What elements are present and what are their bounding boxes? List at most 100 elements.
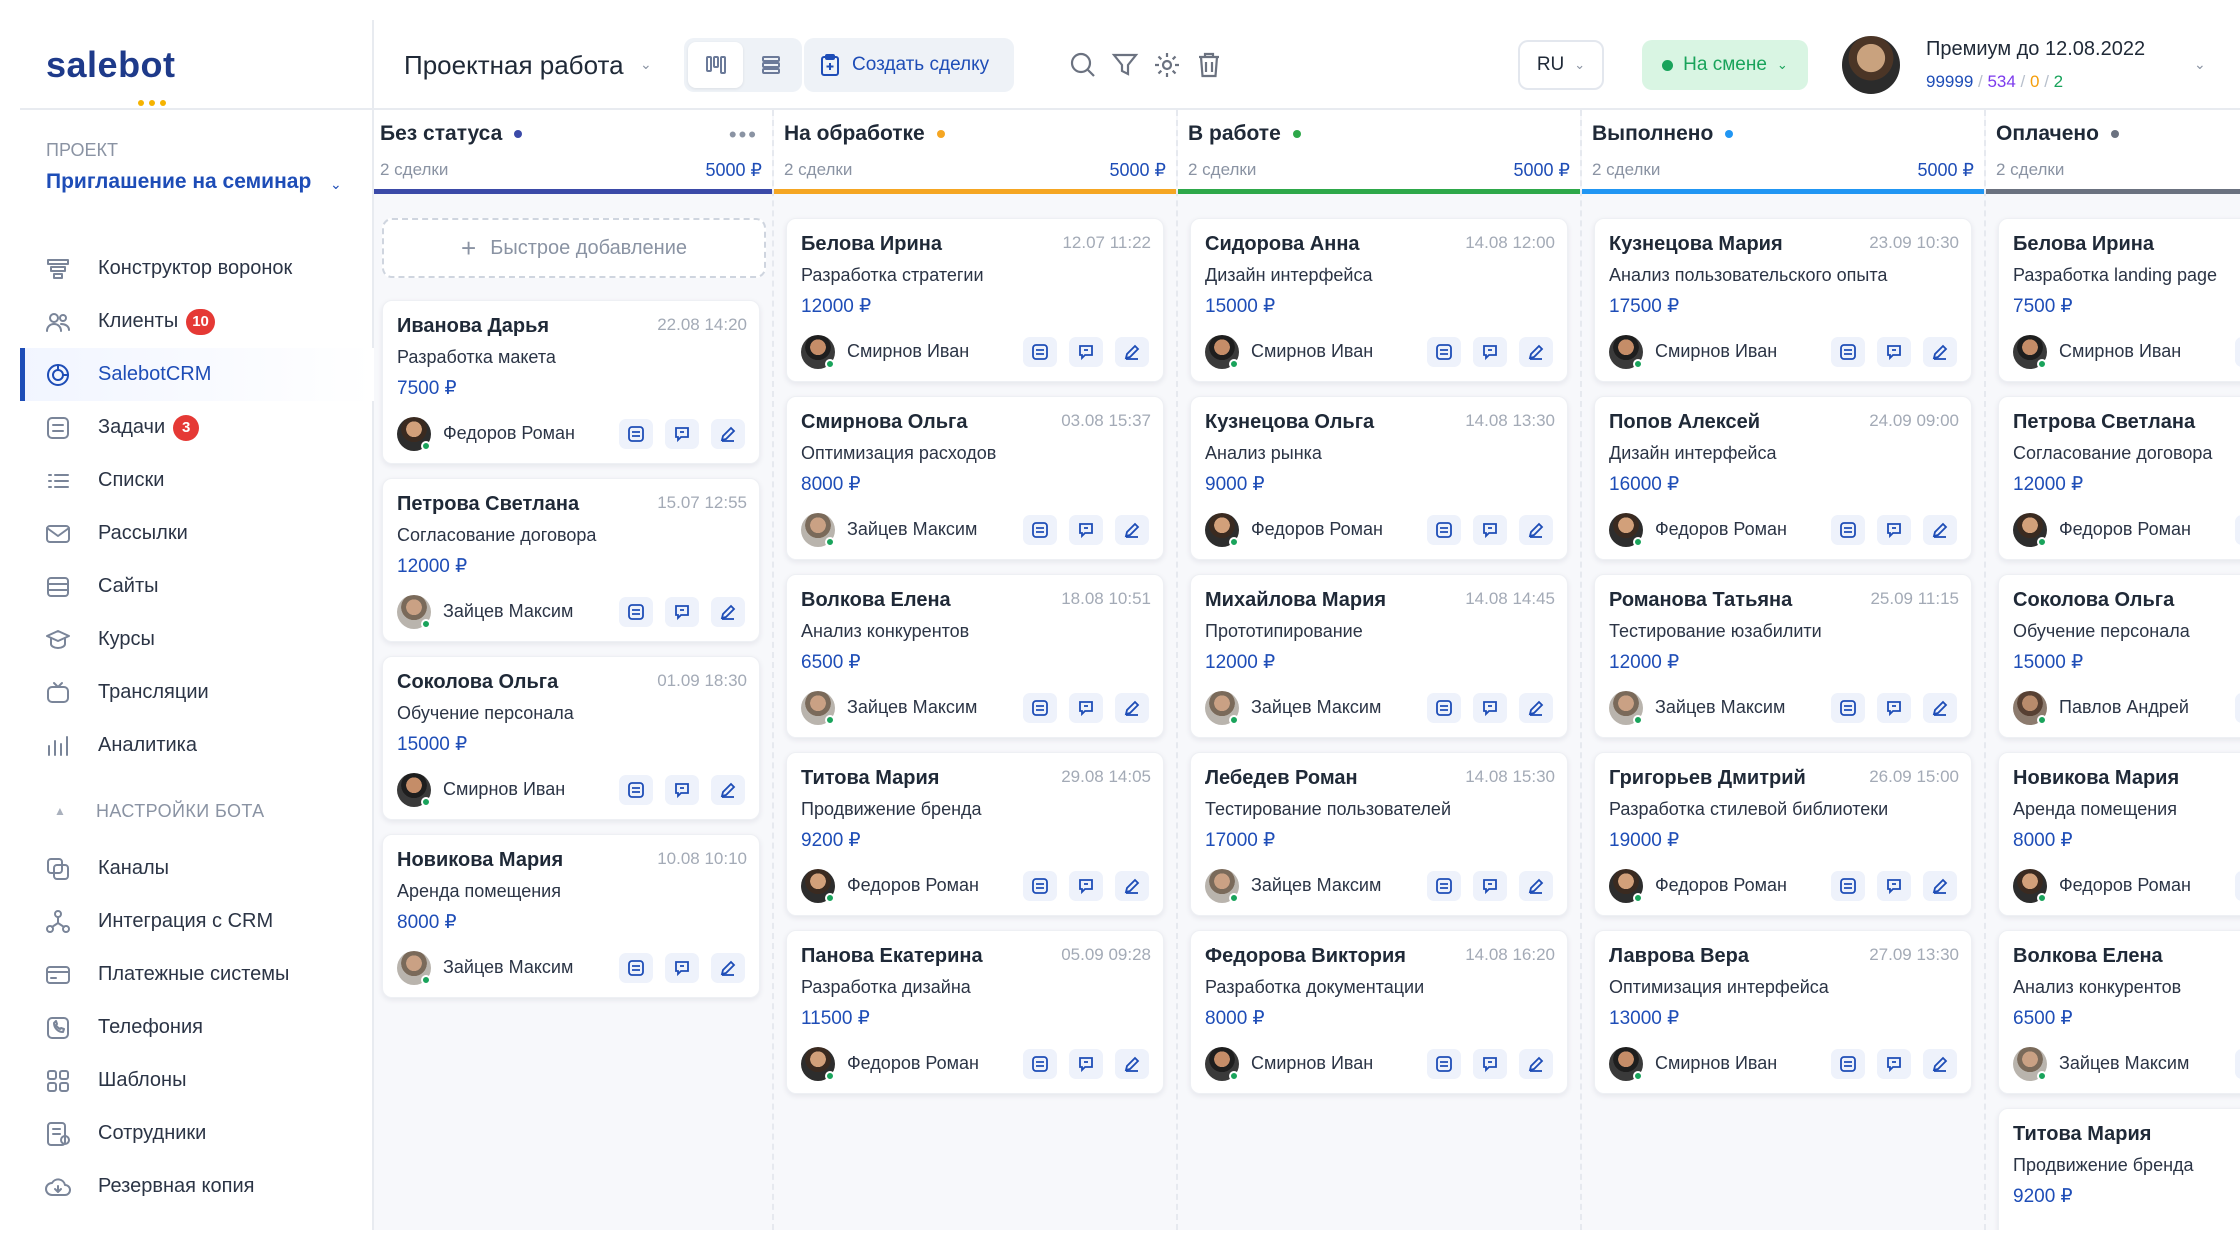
deal-card[interactable]: Кузнецова Мария 23.09 10:30 Анализ пользов…	[1594, 218, 1972, 382]
message-button[interactable]	[1069, 337, 1103, 367]
sidebar-item-mail[interactable]: Рассылки	[20, 507, 374, 560]
message-button[interactable]	[1473, 515, 1507, 545]
chat-button[interactable]	[1427, 693, 1461, 723]
chat-button[interactable]	[1023, 1049, 1057, 1079]
message-button[interactable]	[665, 953, 699, 983]
message-button[interactable]	[1473, 693, 1507, 723]
chat-button[interactable]	[2235, 1049, 2240, 1079]
message-button[interactable]	[1877, 693, 1911, 723]
deal-card[interactable]: Романова Татьяна 25.09 11:15 Тестирование …	[1594, 574, 1972, 738]
deal-card[interactable]: Лаврова Вера 27.09 13:30 Оптимизация интер…	[1594, 930, 1972, 1094]
message-button[interactable]	[1877, 1049, 1911, 1079]
message-button[interactable]	[1069, 693, 1103, 723]
sidebar-item-tasks[interactable]: Задачи 3	[20, 401, 374, 454]
edit-button[interactable]	[1923, 871, 1957, 901]
deal-card[interactable]: Новикова Мария 10.08 10:10 Аренда помещени…	[382, 834, 760, 998]
logo[interactable]: salebot	[46, 44, 176, 114]
message-button[interactable]	[665, 775, 699, 805]
chat-button[interactable]	[1427, 515, 1461, 545]
project-selector[interactable]: Приглашение на семинар	[46, 170, 311, 194]
edit-button[interactable]	[1519, 871, 1553, 901]
edit-button[interactable]	[1923, 337, 1957, 367]
sidebar-item-payment[interactable]: Платежные системы	[20, 948, 374, 1001]
deal-card[interactable]: Григорьев Дмитрий 26.09 15:00 Разработка с…	[1594, 752, 1972, 916]
deal-card[interactable]: Петрова Светлана Согласование договора 120…	[1998, 396, 2240, 560]
deal-card[interactable]: Панова Екатерина 05.09 09:28 Разработка ди…	[786, 930, 1164, 1094]
edit-button[interactable]	[1115, 1049, 1149, 1079]
sidebar-item-funnel-builder[interactable]: Конструктор воронок	[20, 242, 374, 295]
more-icon[interactable]: •••	[729, 122, 758, 148]
deal-card[interactable]: Кузнецова Ольга 14.08 13:30 Анализ рынка 90…	[1190, 396, 1568, 560]
chat-button[interactable]	[619, 953, 653, 983]
kanban-view-button[interactable]	[688, 42, 743, 88]
edit-button[interactable]	[1115, 515, 1149, 545]
deal-card[interactable]: Белова Ирина 12.07 11:22 Разработка страте…	[786, 218, 1164, 382]
chat-button[interactable]	[1023, 871, 1057, 901]
deal-card[interactable]: Лебедев Роман 14.08 15:30 Тестирование пол…	[1190, 752, 1568, 916]
deal-card[interactable]: Сидорова Анна 14.08 12:00 Дизайн интерфейс…	[1190, 218, 1568, 382]
chat-button[interactable]	[1831, 693, 1865, 723]
message-button[interactable]	[1069, 1049, 1103, 1079]
sidebar-item-sites[interactable]: Сайты	[20, 560, 374, 613]
chat-button[interactable]	[619, 419, 653, 449]
sidebar-item-templates[interactable]: Шаблоны	[20, 1054, 374, 1107]
chevron-down-icon[interactable]: ⌄	[640, 56, 652, 73]
sidebar-item-courses[interactable]: Курсы	[20, 613, 374, 666]
chat-button[interactable]	[1831, 1049, 1865, 1079]
chevron-down-icon[interactable]: ⌄	[330, 176, 342, 193]
deal-card[interactable]: Титова Мария Продвижение бренда 9200 ₽	[1998, 1108, 2240, 1230]
filter-icon[interactable]	[1110, 50, 1140, 80]
language-selector[interactable]: RU ⌄	[1518, 40, 1604, 90]
edit-button[interactable]	[1115, 337, 1149, 367]
sidebar-item-crm[interactable]: SalebotCRM	[20, 348, 374, 401]
chevron-down-icon[interactable]: ⌄	[2194, 56, 2206, 73]
chat-button[interactable]	[1023, 515, 1057, 545]
message-button[interactable]	[1877, 515, 1911, 545]
edit-button[interactable]	[1923, 693, 1957, 723]
edit-button[interactable]	[1519, 515, 1553, 545]
sidebar-item-channels[interactable]: Каналы	[20, 842, 374, 895]
chat-button[interactable]	[619, 775, 653, 805]
chat-button[interactable]	[1023, 693, 1057, 723]
message-button[interactable]	[1473, 1049, 1507, 1079]
deal-card[interactable]: Иванова Дарья 22.08 14:20 Разработка макет…	[382, 300, 760, 464]
sidebar-item-list[interactable]: Списки	[20, 454, 374, 507]
edit-button[interactable]	[711, 597, 745, 627]
user-avatar[interactable]	[1842, 36, 1900, 94]
message-button[interactable]	[1473, 337, 1507, 367]
sidebar-item-backup[interactable]: Резервная копия	[20, 1160, 374, 1213]
edit-button[interactable]	[1923, 1049, 1957, 1079]
deal-card[interactable]: Волкова Елена Анализ конкурентов 6500 ₽ Зай…	[1998, 930, 2240, 1094]
chat-button[interactable]	[1023, 337, 1057, 367]
message-button[interactable]	[1473, 871, 1507, 901]
chat-button[interactable]	[1831, 871, 1865, 901]
edit-button[interactable]	[1519, 337, 1553, 367]
message-button[interactable]	[1069, 515, 1103, 545]
shift-status-button[interactable]: На смене ⌄	[1642, 40, 1808, 90]
chat-button[interactable]	[2235, 693, 2240, 723]
message-button[interactable]	[1069, 871, 1103, 901]
chat-button[interactable]	[1831, 515, 1865, 545]
deal-card[interactable]: Попов Алексей 24.09 09:00 Дизайн интерфейс…	[1594, 396, 1972, 560]
deal-card[interactable]: Соколова Ольга 01.09 18:30 Обучение персон…	[382, 656, 760, 820]
deal-card[interactable]: Титова Мария 29.08 14:05 Продвижение бренд…	[786, 752, 1164, 916]
gear-icon[interactable]	[1152, 50, 1182, 80]
edit-button[interactable]	[711, 419, 745, 449]
deal-card[interactable]: Соколова Ольга Обучение персонала 15000 ₽ П…	[1998, 574, 2240, 738]
search-icon[interactable]	[1068, 50, 1098, 80]
message-button[interactable]	[665, 419, 699, 449]
chat-button[interactable]	[619, 597, 653, 627]
chat-button[interactable]	[1427, 337, 1461, 367]
deal-card[interactable]: Михайлова Мария 14.08 14:45 Прототипирован…	[1190, 574, 1568, 738]
edit-button[interactable]	[1519, 693, 1553, 723]
chat-button[interactable]	[2235, 337, 2240, 367]
chat-button[interactable]	[2235, 871, 2240, 901]
bot-settings-section[interactable]: ▲ НАСТРОЙКИ БОТА	[20, 780, 374, 842]
edit-button[interactable]	[1923, 515, 1957, 545]
sidebar-item-employees[interactable]: Сотрудники	[20, 1107, 374, 1160]
pipeline-selector[interactable]: Проектная работа	[404, 50, 624, 81]
message-button[interactable]	[665, 597, 699, 627]
edit-button[interactable]	[1519, 1049, 1553, 1079]
sidebar-item-broadcast[interactable]: Трансляции	[20, 666, 374, 719]
deal-card[interactable]: Петрова Светлана 15.07 12:55 Согласование …	[382, 478, 760, 642]
